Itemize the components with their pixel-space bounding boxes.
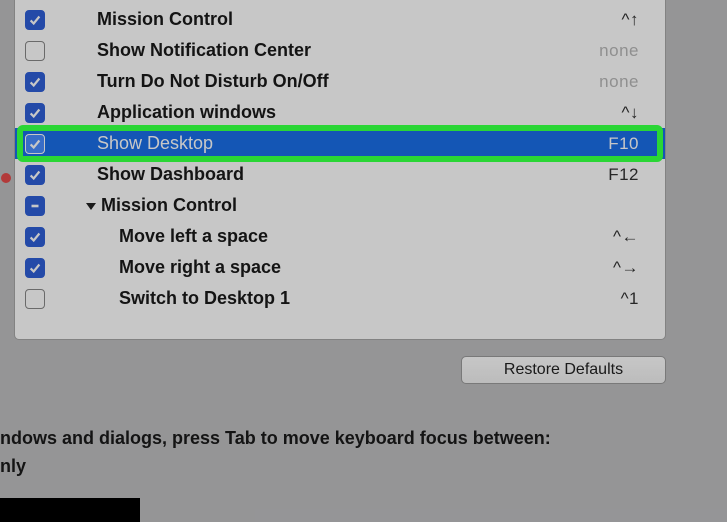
row-label: Move right a space [119,257,281,278]
checkbox[interactable] [25,103,45,123]
shortcut-row[interactable]: Turn Do Not Disturb On/Off none [15,66,665,97]
row-label: Turn Do Not Disturb On/Off [97,71,329,92]
shortcut-row[interactable]: Switch to Desktop 1 ^1 [15,283,665,314]
label-wrap: Show Desktop [97,133,608,154]
row-label: Mission Control [101,195,237,216]
row-label: Show Desktop [97,133,213,154]
checkbox[interactable] [25,165,45,185]
footer-text: ndows and dialogs, press Tab to move key… [0,424,551,480]
checkbox[interactable] [25,10,45,30]
label-wrap: Show Notification Center [97,40,599,61]
checkbox[interactable] [25,258,45,278]
row-label: Move left a space [119,226,268,247]
label-wrap: Mission Control [97,9,622,30]
checkbox[interactable] [25,134,45,154]
label-wrap: Mission Control [85,195,665,216]
shortcut-row[interactable]: Mission Control [15,190,665,221]
shortcuts-list: Mission Control ^↑ Show Notification Cente… [15,0,665,314]
shortcut-row[interactable]: Show Desktop F10 [15,128,665,159]
label-wrap: Switch to Desktop 1 [119,288,621,309]
shortcut-value[interactable]: ^↓ [622,103,639,123]
row-label: Show Dashboard [97,164,244,185]
label-wrap: Application windows [97,102,622,123]
shortcut-value[interactable]: ^← [613,227,639,247]
restore-defaults-button[interactable]: Restore Defaults [461,356,666,384]
row-label: Application windows [97,102,276,123]
shortcut-value[interactable]: ^↑ [622,10,639,30]
shortcut-row[interactable]: Show Dashboard F12 [15,159,665,190]
shortcut-row[interactable]: Application windows ^↓ [15,97,665,128]
row-label: Mission Control [97,9,233,30]
shortcut-value[interactable]: ^1 [621,289,639,309]
shortcut-value[interactable]: F12 [608,165,639,185]
checkbox[interactable] [25,196,45,216]
label-wrap: Show Dashboard [97,164,608,185]
shortcut-value[interactable]: ^→ [613,258,639,278]
shortcut-value[interactable]: F10 [608,134,639,154]
shortcut-value[interactable]: none [599,41,639,61]
shortcuts-panel: Mission Control ^↑ Show Notification Cente… [14,0,666,340]
row-label: Show Notification Center [97,40,311,61]
footer-line-2: nly [0,452,551,480]
bottom-bar [0,498,140,522]
checkbox[interactable] [25,41,45,61]
disclosure-triangle-icon[interactable] [85,200,97,212]
shortcut-value[interactable]: none [599,72,639,92]
label-wrap: Move right a space [119,257,613,278]
checkbox[interactable] [25,289,45,309]
warning-dot-icon [1,173,11,183]
shortcut-row[interactable]: Move right a space ^→ [15,252,665,283]
shortcut-row[interactable]: Mission Control ^↑ [15,4,665,35]
row-label: Switch to Desktop 1 [119,288,290,309]
label-wrap: Move left a space [119,226,613,247]
shortcut-row[interactable]: Show Notification Center none [15,35,665,66]
footer-line-1: ndows and dialogs, press Tab to move key… [0,424,551,452]
checkbox[interactable] [25,227,45,247]
shortcut-row[interactable]: Move left a space ^← [15,221,665,252]
checkbox[interactable] [25,72,45,92]
label-wrap: Turn Do Not Disturb On/Off [97,71,599,92]
